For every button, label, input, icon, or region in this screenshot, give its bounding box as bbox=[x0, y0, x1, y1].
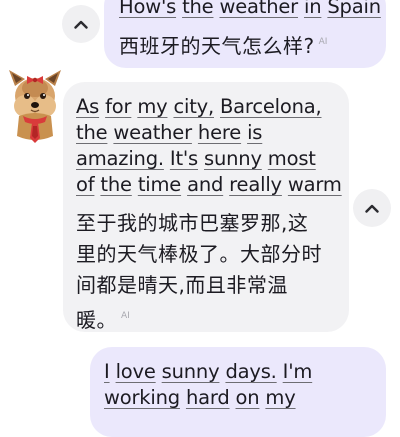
dog-avatar-icon bbox=[9, 70, 61, 143]
message-translation: 至于我的城市巴塞罗那,这 里的天气棒极了。大部分时 间都是晴天,而且非常温 暖。… bbox=[76, 208, 337, 336]
collapse-translation-button-1[interactable] bbox=[62, 5, 100, 43]
user-message-1: How's the weather in Spain 西班牙的天气怎么样? AI bbox=[104, 0, 386, 68]
message-translation: 西班牙的天气怎么样? AI bbox=[119, 27, 372, 62]
word[interactable]: amazing. bbox=[76, 147, 164, 170]
message-english-line: I love sunny days. I'm bbox=[104, 359, 374, 385]
chevron-up-icon bbox=[365, 204, 379, 213]
word[interactable]: days. bbox=[225, 360, 276, 383]
user-message-3: I love sunny days. I'm working hard on m… bbox=[90, 347, 386, 437]
translation-line: 间都是晴天,而且非常温 bbox=[76, 273, 288, 297]
word[interactable]: and bbox=[187, 173, 223, 196]
word[interactable]: weather bbox=[113, 121, 192, 144]
word[interactable]: of bbox=[76, 173, 95, 196]
translation-text: 西班牙的天气怎么样? bbox=[119, 34, 315, 58]
word[interactable]: my bbox=[137, 95, 167, 118]
chevron-up-icon bbox=[74, 20, 88, 29]
word[interactable]: here bbox=[198, 121, 241, 144]
word[interactable]: love bbox=[116, 360, 156, 383]
word[interactable]: I'm bbox=[283, 360, 313, 383]
word[interactable]: city, bbox=[173, 95, 214, 118]
word[interactable]: for bbox=[105, 95, 131, 118]
word[interactable]: warm bbox=[288, 173, 342, 196]
word[interactable]: Barcelona, bbox=[220, 95, 322, 118]
word[interactable]: most bbox=[268, 147, 316, 170]
ai-badge: AI bbox=[318, 37, 328, 47]
word[interactable]: hard bbox=[186, 386, 230, 409]
word[interactable]: on bbox=[236, 386, 260, 409]
word[interactable]: really bbox=[229, 173, 282, 196]
word[interactable]: time bbox=[138, 173, 181, 196]
bot-message-2: As for my city, Barcelona, the weather h… bbox=[63, 82, 349, 332]
message-english-line: working hard on my bbox=[104, 385, 374, 411]
word[interactable]: working bbox=[104, 386, 180, 409]
word[interactable]: sunny bbox=[204, 147, 262, 170]
word[interactable]: is bbox=[247, 121, 262, 144]
word[interactable]: in bbox=[304, 0, 322, 18]
word[interactable]: I bbox=[104, 360, 110, 383]
translation-line: 至于我的城市巴塞罗那,这 bbox=[76, 211, 309, 235]
translation-line: 暖。 AI bbox=[76, 301, 337, 336]
message-english-line: of the time and really warm bbox=[76, 172, 342, 198]
message-english-text: How's the weather in Spain bbox=[119, 0, 381, 20]
translation-text: 暖。 bbox=[76, 308, 117, 332]
word[interactable]: It's bbox=[170, 147, 198, 170]
word[interactable]: Spain bbox=[327, 0, 381, 18]
word[interactable]: the bbox=[182, 0, 214, 18]
word[interactable]: the bbox=[100, 173, 132, 196]
ai-badge: AI bbox=[121, 311, 130, 321]
word[interactable]: As bbox=[76, 95, 99, 118]
translation-line: 里的天气棒极了。大部分时 bbox=[76, 242, 322, 266]
word[interactable]: weather bbox=[219, 0, 298, 18]
word[interactable]: the bbox=[76, 121, 108, 144]
word[interactable]: my bbox=[265, 386, 295, 409]
message-english-line: the weather here is bbox=[76, 120, 337, 146]
word[interactable]: How's bbox=[119, 0, 176, 18]
collapse-translation-button-2[interactable] bbox=[353, 189, 391, 227]
word[interactable]: sunny bbox=[162, 360, 220, 383]
message-english-line: amazing. It's sunny most bbox=[76, 146, 337, 172]
message-english-line: As for my city, Barcelona, bbox=[76, 94, 337, 120]
